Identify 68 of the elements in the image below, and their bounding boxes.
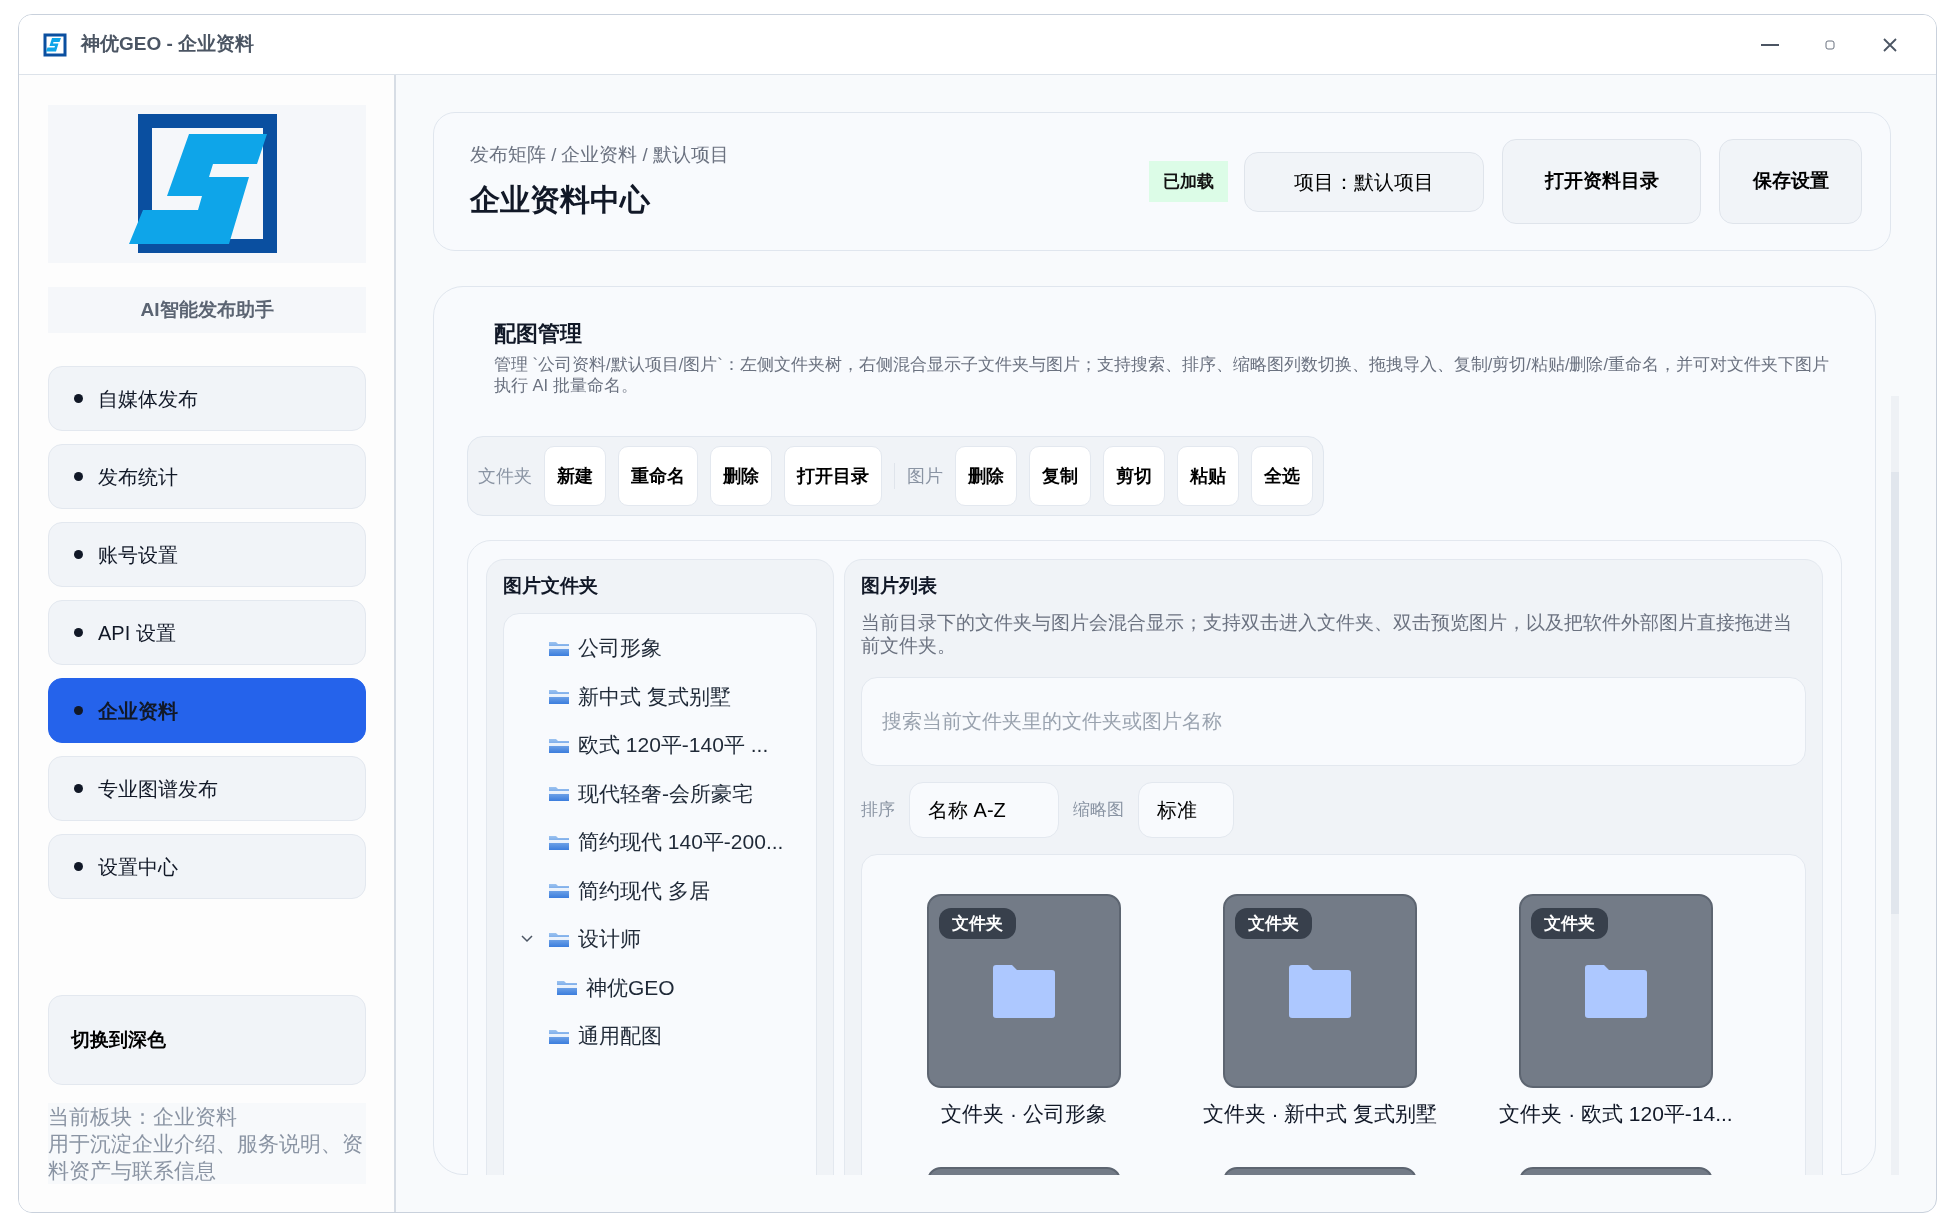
maximize-icon [1825, 39, 1835, 50]
tile-caption: 文件夹 · 公司形象 [940, 1100, 1108, 1127]
nav-item[interactable]: 设置中心 [48, 834, 366, 899]
chevron-icon[interactable] [521, 934, 533, 943]
nav-item[interactable]: 专业图谱发布 [48, 756, 366, 821]
tree-item[interactable]: 公司形象 [578, 632, 662, 664]
thumbnail-size-label: 缩略图 [1073, 798, 1124, 821]
nav-item[interactable]: 账号设置 [48, 522, 366, 587]
tree-item[interactable]: 新中式 复式别墅 [578, 680, 731, 712]
module-description: 用于沉淀企业介绍、服务说明、资料资产与联系信息 [48, 1131, 364, 1184]
folder-tile[interactable]: 文件夹 [1519, 893, 1713, 1088]
tree-item[interactable]: 现代轻奢-会所豪宅 [578, 777, 753, 809]
section-title: 配图管理 [493, 320, 583, 348]
toolbar-button[interactable]: 删除 [710, 446, 772, 506]
toolbar-group-label: 文件夹 [478, 464, 532, 488]
thumbnail-size-dropdown[interactable]: 标准 [1138, 781, 1234, 838]
status-badge: 已加载 [1149, 160, 1228, 203]
sort-label: 排序 [861, 798, 895, 821]
tree-item[interactable]: 欧式 120平-140平 ... [578, 729, 769, 761]
folder-icon [548, 784, 570, 803]
folder-tile[interactable]: 文件夹 [927, 893, 1121, 1088]
tree-item[interactable]: 神优GEO [586, 971, 675, 1003]
folder-icon [548, 881, 570, 900]
folder-badge: 文件夹 [1531, 907, 1608, 939]
folder-icon [993, 963, 1055, 1018]
nav-item[interactable]: 发布统计 [48, 444, 366, 509]
nav-item[interactable]: API 设置 [48, 600, 366, 665]
header-button[interactable]: 打开资料目录 [1502, 139, 1701, 224]
tree-item[interactable]: 简约现代 多居 [578, 874, 710, 906]
tree-item[interactable]: 简约现代 140平-200... [578, 826, 784, 858]
close-icon [1882, 36, 1898, 53]
breadcrumb: 发布矩阵 / 企业资料 / 默认项目 [470, 143, 730, 168]
nav-item[interactable]: 自媒体发布 [48, 366, 366, 431]
toolbar-button[interactable]: 全选 [1251, 446, 1313, 506]
tile-caption: 文件夹 · 新中式 复式别墅 [1201, 1100, 1439, 1127]
folder-tile[interactable]: 文件夹 [1223, 893, 1417, 1088]
folder-badge: 文件夹 [939, 907, 1016, 939]
page-title: 企业资料中心 [470, 181, 651, 218]
folder-icon [1585, 963, 1647, 1018]
toolbar-button[interactable]: 打开目录 [784, 446, 882, 506]
toolbar-button[interactable]: 复制 [1029, 446, 1091, 506]
toolbar-button[interactable]: 重命名 [618, 446, 698, 506]
section-description: 管理 `公司资料/默认项目/图片`：左侧文件夹树，右侧混合显示子文件夹与图片；支持搜索、排序、缩略图列数切换、拖拽导入、复制/剪切/粘贴/删除/重命名，并可对文件夹下图片执行 AI 批量命名。 [493, 354, 1831, 396]
minimize-icon [1761, 43, 1779, 46]
toolbar-button[interactable]: 粘贴 [1177, 446, 1239, 506]
folder-icon [548, 687, 570, 706]
app-logo-icon [43, 32, 67, 57]
theme-toggle-button[interactable]: 切换到深色 [48, 995, 366, 1085]
brand-caption: AI智能发布助手 [48, 287, 366, 333]
sort-dropdown[interactable]: 名称 A-Z [909, 781, 1059, 838]
header-button[interactable]: 保存设置 [1719, 139, 1862, 224]
window-title: 神优GEO - 企业资料 [81, 32, 255, 57]
search-field[interactable]: 搜索当前文件夹里的文件夹或图片名称 [861, 676, 1806, 766]
toolbar-group-label: 图片 [907, 464, 943, 488]
folder-icon [556, 978, 578, 997]
panel-title: 图片列表 [861, 574, 938, 598]
project-selector[interactable]: 项目：默认项目 [1244, 151, 1484, 212]
folder-badge: 文件夹 [1235, 907, 1312, 939]
current-module-label: 当前板块：企业资料 [48, 1104, 238, 1130]
toolbar-button[interactable]: 删除 [955, 446, 1017, 506]
folder-icon [1289, 963, 1351, 1018]
toolbar-button[interactable]: 新建 [544, 446, 606, 506]
tree-item[interactable]: 通用配图 [578, 1020, 662, 1052]
toolbar-button[interactable]: 剪切 [1103, 446, 1165, 506]
tile-caption: 文件夹 · 欧式 120平-14... [1498, 1100, 1734, 1127]
tree-item[interactable]: 设计师 [578, 923, 641, 955]
panel-title: 图片文件夹 [503, 574, 599, 598]
panel-description: 当前目录下的文件夹与图片会混合显示；支持双击进入文件夹、双击预览图片，以及把软件外部图片直接拖进当前文件夹。 [861, 610, 1793, 657]
